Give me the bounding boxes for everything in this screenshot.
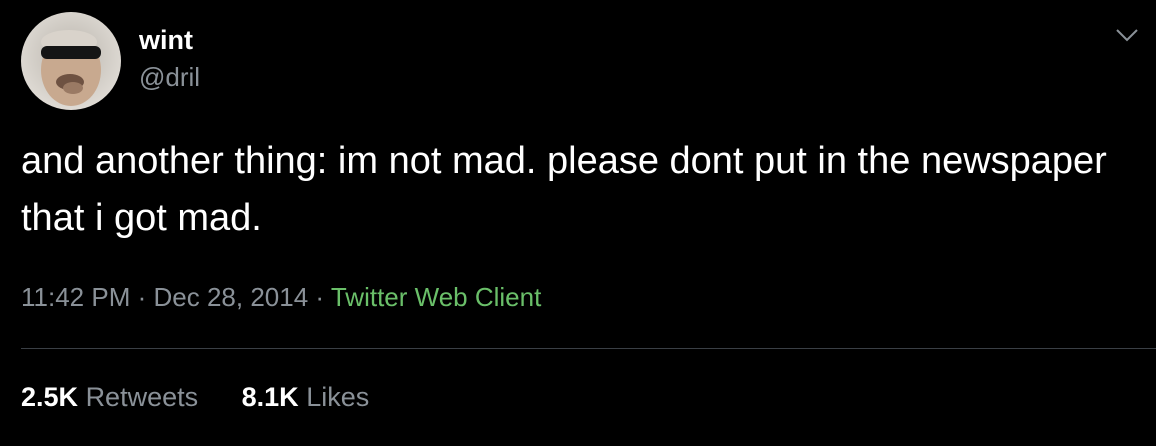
meta-separator: · <box>315 282 325 312</box>
tweet-text: and another thing: im not mad. please do… <box>21 140 1107 239</box>
tweet-date[interactable]: Dec 28, 2014 <box>154 282 309 312</box>
likes-stat[interactable]: 8.1K Likes <box>242 382 370 413</box>
likes-count: 8.1K <box>241 382 299 412</box>
chevron-down-icon[interactable] <box>1114 22 1140 48</box>
divider <box>21 348 1156 349</box>
meta-separator: · <box>137 282 147 312</box>
tweet-stats: 2.5K Retweets 8.1K Likes <box>21 382 369 413</box>
retweets-count: 2.5K <box>21 382 79 412</box>
tweet-source-link[interactable]: Twitter Web Client <box>331 282 541 312</box>
retweets-stat[interactable]: 2.5K Retweets <box>21 382 198 413</box>
tweet-card: wint @dril and another thing: im not mad… <box>0 0 1156 446</box>
user-handle[interactable]: @dril <box>139 62 200 93</box>
avatar[interactable] <box>21 12 121 110</box>
avatar-image <box>21 12 121 110</box>
likes-label: Likes <box>306 382 370 412</box>
tweet-time[interactable]: 11:42 PM <box>21 282 130 312</box>
retweets-label: Retweets <box>85 382 199 412</box>
tweet-meta: 11:42 PM · Dec 28, 2014 · Twitter Web Cl… <box>21 282 541 313</box>
display-name[interactable]: wint <box>139 25 193 56</box>
